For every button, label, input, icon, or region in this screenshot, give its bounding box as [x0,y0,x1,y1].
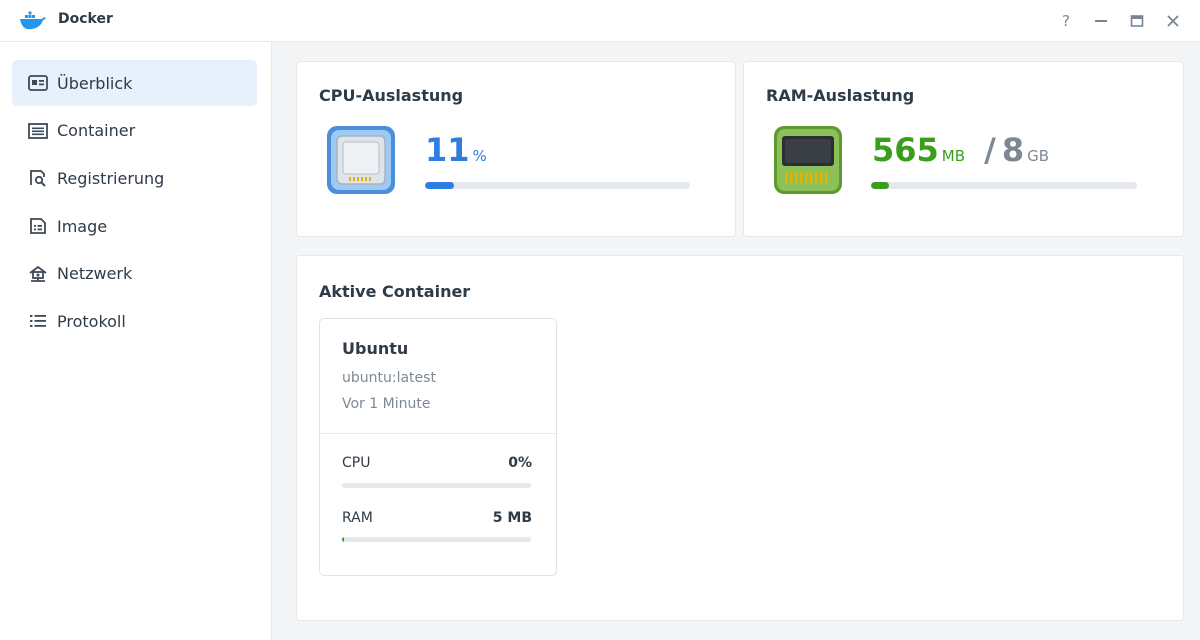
ram-card-title: RAM-Auslastung [766,86,915,105]
title-bar: Docker ? [0,0,1200,42]
log-icon [27,310,49,332]
container-ram-value: 5 MB [492,510,532,526]
ram-usage-readout: 565 MB /8 GB [872,130,1049,176]
sidebar-item-network[interactable]: Netzwerk [12,251,257,297]
ram-chip-icon [774,126,842,194]
ram-total-unit: GB [1027,147,1050,165]
cpu-progress-fill [425,182,455,189]
ram-usage-card: RAM-Auslastung 565 MB /8 GB [743,61,1184,237]
ram-used-unit: MB [941,147,966,165]
sidebar-item-label: Image [57,216,108,236]
cpu-percentage: 11% [425,130,487,176]
container-card-ubuntu[interactable]: Ubuntu ubuntu:latest Vor 1 Minute CPU 0%… [319,318,557,576]
sidebar-item-label: Überblick [57,73,133,93]
minimize-icon [1095,20,1107,22]
sidebar-item-overview[interactable]: Überblick [12,60,257,106]
docker-logo-icon [20,11,46,30]
cpu-unit: % [472,147,487,165]
sidebar-item-label: Protokoll [57,311,126,331]
minimize-button[interactable] [1089,9,1113,33]
close-button[interactable] [1161,9,1185,33]
cpu-usage-card: CPU-Auslastung 11% [296,61,736,237]
active-containers-panel: Aktive Container Ubuntu ubuntu:latest Vo… [296,255,1184,621]
container-ram-bar [342,537,531,542]
container-divider [320,433,556,434]
registry-icon [27,167,49,189]
ram-total-value: 8 [1001,131,1025,169]
sidebar-item-label: Container [57,121,136,141]
ram-progress-bar [871,182,1137,189]
sidebar-item-label: Netzwerk [57,264,133,284]
sidebar-item-log[interactable]: Protokoll [12,298,257,344]
container-cpu-label: CPU [342,455,371,471]
sidebar-item-registry[interactable]: Registrierung [12,155,257,201]
cpu-card-title: CPU-Auslastung [319,86,464,105]
app-title: Docker [58,11,113,27]
container-ram-label: RAM [342,510,373,526]
cpu-progress-bar [425,182,690,189]
close-icon [1167,15,1179,27]
container-cpu-bar [342,483,531,488]
overview-icon [27,72,49,94]
cpu-value: 11 [425,131,470,169]
ram-used-value: 565 [872,131,939,169]
container-cpu-value: 0% [508,455,532,471]
ram-progress-fill [871,182,890,189]
container-age: Vor 1 Minute [342,396,431,412]
container-ram-fill [342,537,344,542]
cpu-chip-icon [327,126,395,194]
container-name: Ubuntu [342,339,409,358]
maximize-icon [1130,15,1144,27]
sidebar-item-container[interactable]: Container [12,108,257,154]
active-containers-title: Aktive Container [319,282,471,301]
sidebar: Überblick Container Registrierung Image … [0,42,272,640]
image-icon [27,215,49,237]
sidebar-item-label: Registrierung [57,168,165,188]
container-icon [27,120,49,142]
container-image: ubuntu:latest [342,370,436,386]
sidebar-item-image[interactable]: Image [12,203,257,249]
help-button[interactable]: ? [1054,9,1078,33]
ram-separator: / [984,131,996,169]
maximize-button[interactable] [1125,9,1149,33]
network-icon [27,263,49,285]
